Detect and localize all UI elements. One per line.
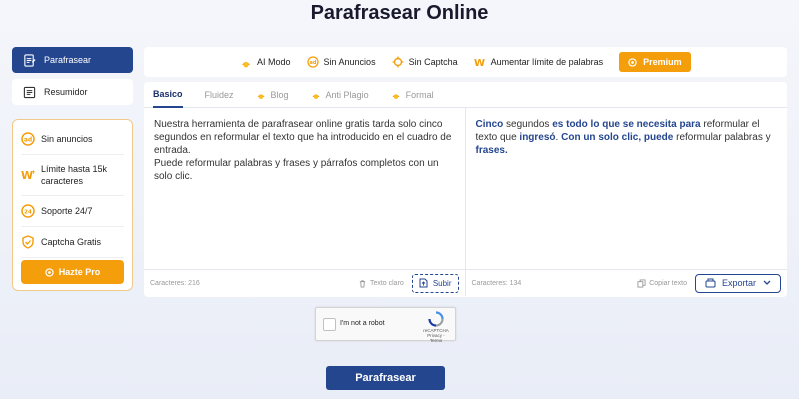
upload-button[interactable]: Subir xyxy=(411,273,459,293)
benefit-item: ad Sin anuncios xyxy=(21,124,124,155)
svg-text:24: 24 xyxy=(24,210,32,216)
output-highlighted-phrase: Cinco xyxy=(475,119,504,130)
ai-mode-icon xyxy=(240,56,252,68)
sidebar-item-parafrasear[interactable]: Parafrasear xyxy=(12,47,133,73)
premium-lock-icon xyxy=(256,90,266,100)
sidebar-item-resumidor[interactable]: Resumidor xyxy=(12,79,133,105)
input-char-count: Caracteres: 216 xyxy=(150,279,200,287)
crown-icon xyxy=(628,57,637,67)
recaptcha-label: I'm not a robot xyxy=(340,320,385,327)
export-dropdown[interactable]: Exportar xyxy=(694,273,781,293)
benefit-item: W + Límite hasta 15k caracteres xyxy=(21,155,124,196)
tab-anti-plagio[interactable]: Anti Plagio xyxy=(311,82,369,108)
copy-icon xyxy=(637,278,646,288)
output-char-count: Caracteres: 134 xyxy=(471,279,522,287)
premium-features-bar: AI Modo ad Sin Anuncios Sin Captcha W Au… xyxy=(144,47,787,77)
premium-button[interactable]: Premium xyxy=(619,52,691,72)
paraphrase-editor: Basico Fluidez Blog Anti Plagio Formal N… xyxy=(144,82,787,297)
benefit-label: Captcha Gratis xyxy=(41,237,102,247)
tab-blog[interactable]: Blog xyxy=(256,82,289,108)
tab-basico[interactable]: Basico xyxy=(153,82,183,108)
tab-formal[interactable]: Formal xyxy=(391,82,434,108)
sidebar-item-label: Resumidor xyxy=(44,87,88,97)
captcha-icon xyxy=(21,235,35,249)
output-text-segment: reformular palabras y xyxy=(673,132,771,143)
hazte-pro-button[interactable]: Hazte Pro xyxy=(21,260,124,284)
no-ads-icon: ad xyxy=(21,132,35,146)
tab-label: Anti Plagio xyxy=(325,89,369,100)
recaptcha-links[interactable]: Privacy - Terms xyxy=(421,333,451,343)
tab-label: Blog xyxy=(270,89,289,100)
upload-file-icon xyxy=(419,278,428,288)
tab-fluidez[interactable]: Fluidez xyxy=(205,82,234,108)
feature-aumentar-limite: W Aumentar límite de palabras xyxy=(474,56,604,68)
premium-label: Premium xyxy=(643,57,682,67)
input-text-paragraph: Puede reformular palabras y frases y pár… xyxy=(154,158,439,182)
chevron-down-icon xyxy=(763,280,771,286)
recaptcha-widget: I'm not a robot reCAPTCHA Privacy - Term… xyxy=(315,307,456,343)
benefit-item: 24 Soporte 24/7 xyxy=(21,196,124,227)
benefit-label: Soporte 24/7 xyxy=(41,206,93,216)
output-text: Cinco segundos es todo lo que se necesit… xyxy=(466,108,788,269)
input-footer: Caracteres: 216 Texto claro Subir xyxy=(144,270,466,296)
benefit-label: Límite hasta 15k caracteres xyxy=(41,164,108,186)
export-icon xyxy=(705,278,716,288)
upload-label: Subir xyxy=(432,278,452,288)
tab-label: Basico xyxy=(153,88,183,99)
output-highlighted-phrase: Con un solo clic, puede xyxy=(561,132,674,143)
tab-label: Fluidez xyxy=(204,89,234,100)
premium-lock-icon xyxy=(311,90,321,100)
word-limit-icon: W + xyxy=(21,168,35,182)
support-icon: 24 xyxy=(21,204,35,218)
page-title: Parafrasear Online xyxy=(310,2,489,24)
output-highlighted-phrase: es todo lo que se necesita para xyxy=(552,119,701,130)
feature-ai-mode: AI Modo xyxy=(240,56,291,68)
input-text-paragraph: Nuestra herramienta de parafrasear onlin… xyxy=(154,119,452,156)
feature-sin-captcha: Sin Captcha xyxy=(392,56,458,68)
benefit-item: Captcha Gratis xyxy=(21,227,124,258)
no-captcha-icon xyxy=(392,56,404,68)
copy-text-label: Copiar texto xyxy=(649,279,687,287)
recaptcha-brand-text: reCAPTCHA Privacy - Terms xyxy=(421,328,451,343)
feature-label: Aumentar límite de palabras xyxy=(490,57,604,67)
paraphrase-icon xyxy=(22,53,36,67)
input-textarea[interactable]: Nuestra herramienta de parafrasear onlin… xyxy=(144,108,466,269)
feature-label: AI Modo xyxy=(257,57,291,67)
parafrasear-submit-button[interactable]: Parafrasear xyxy=(326,366,445,390)
output-highlighted-phrase: frases. xyxy=(475,145,508,156)
feature-label: Sin Captcha xyxy=(408,57,458,67)
pro-benefits-card: ad Sin anuncios W + Límite hasta 15k cara… xyxy=(12,119,133,291)
clear-text-label: Texto claro xyxy=(369,279,404,287)
tab-label: Formal xyxy=(405,89,434,100)
benefit-label: Sin anuncios xyxy=(41,134,93,144)
crown-icon xyxy=(45,267,54,277)
summarize-icon xyxy=(22,85,36,99)
premium-lock-icon xyxy=(391,90,401,100)
hazte-pro-label: Hazte Pro xyxy=(58,267,101,277)
export-label: Exportar xyxy=(721,278,756,288)
trash-icon xyxy=(358,279,367,288)
svg-text:W: W xyxy=(474,58,485,68)
svg-text:+: + xyxy=(31,169,35,176)
output-highlighted-phrase: ingresó xyxy=(519,132,556,143)
output-text-segment: segundos xyxy=(503,119,553,130)
feature-label: Sin Anuncios xyxy=(323,57,376,67)
svg-text:ad: ad xyxy=(24,137,32,144)
copy-text-button[interactable]: Copiar texto xyxy=(637,278,687,288)
clear-text-button[interactable]: Texto claro xyxy=(358,279,404,288)
sidebar: Parafrasear Resumidor ad Sin anuncios W +… xyxy=(12,47,133,291)
output-footer: Caracteres: 134 Copiar texto Exportar xyxy=(466,270,788,296)
sidebar-item-label: Parafrasear xyxy=(44,55,92,65)
word-limit-icon: W xyxy=(474,56,486,68)
svg-text:ad: ad xyxy=(309,60,316,66)
no-ads-icon: ad xyxy=(306,56,319,68)
mode-tabs: Basico Fluidez Blog Anti Plagio Formal xyxy=(144,82,787,108)
recaptcha-checkbox[interactable] xyxy=(323,318,336,331)
feature-sin-anuncios: ad Sin Anuncios xyxy=(306,56,376,68)
